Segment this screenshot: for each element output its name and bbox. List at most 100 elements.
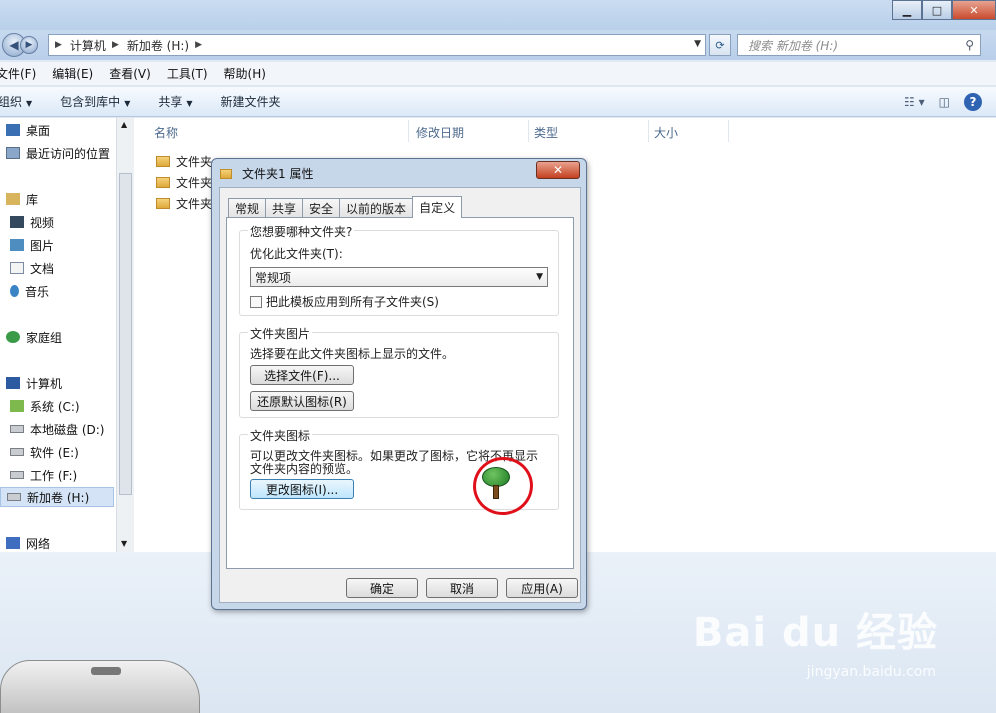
- menu-view[interactable]: 查看(V): [109, 65, 151, 82]
- nav-item-label: 桌面: [26, 123, 51, 138]
- folder-pictures-group: 文件夹图片 选择要在此文件夹图标上显示的文件。 选择文件(F)... 还原默认图…: [239, 325, 559, 418]
- nav-item-desktop[interactable]: 桌面: [0, 120, 50, 140]
- column-type[interactable]: 类型: [534, 124, 558, 141]
- dialog-title: 文件夹1 属性: [242, 167, 314, 181]
- nav-item-label: 网络: [26, 536, 51, 551]
- share-button[interactable]: 共享 ▼: [158, 93, 192, 110]
- file-row[interactable]: 文件夹: [156, 152, 212, 170]
- nav-item-drive-e[interactable]: 软件 (E:): [4, 442, 79, 462]
- nav-item-homegroup[interactable]: 家庭组: [0, 327, 62, 347]
- breadcrumb-drive[interactable]: 新加卷 (H:): [127, 37, 189, 54]
- column-divider[interactable]: [408, 120, 409, 142]
- restore-default-button[interactable]: 还原默认图标(R): [250, 391, 354, 411]
- folder-icon: [220, 168, 232, 179]
- scroll-up-icon[interactable]: ▲: [121, 120, 127, 129]
- navigation-scrollbar[interactable]: ▲ ▼: [116, 118, 134, 552]
- baidu-watermark-url: jingyan.baidu.com: [806, 664, 936, 680]
- search-input[interactable]: 搜索 新加卷 (H:) ⚲: [737, 34, 981, 56]
- apply-button[interactable]: 应用(A): [506, 578, 578, 598]
- address-row: ◀ ▶ ▶ 计算机 ▶ 新加卷 (H:) ▶ ▼ ⟳ 搜索 新加卷 (H:) ⚲: [0, 30, 996, 60]
- file-row[interactable]: 文件夹: [156, 173, 212, 191]
- menu-edit[interactable]: 编辑(E): [52, 65, 93, 82]
- folder-type-group: 您想要哪种文件夹? 优化此文件夹(T): 常规项 ▼ 把此模板应用到所有子文件夹…: [239, 223, 559, 316]
- column-divider[interactable]: [528, 120, 529, 142]
- nav-item-pictures[interactable]: 图片: [4, 235, 54, 255]
- drive-slot: [91, 667, 121, 675]
- folder-properties-dialog: 文件夹1 属性 ✕ 常规 共享 安全 以前的版本 自定义 您想要哪种文件夹? 优…: [211, 158, 587, 610]
- folder-icon: [156, 176, 170, 188]
- refresh-button[interactable]: ⟳: [709, 34, 731, 56]
- nav-item-drive-c[interactable]: 系统 (C:): [4, 396, 80, 416]
- address-dropdown-icon[interactable]: ▼: [694, 39, 701, 49]
- optimize-label: 优化此文件夹(T):: [250, 247, 343, 261]
- nav-item-drive-h[interactable]: 新加卷 (H:): [0, 487, 114, 507]
- dialog-close-button[interactable]: ✕: [536, 161, 580, 179]
- include-library-button[interactable]: 包含到库中 ▼: [60, 93, 130, 110]
- choose-file-button[interactable]: 选择文件(F)...: [250, 365, 354, 385]
- column-size[interactable]: 大小: [654, 124, 678, 141]
- nav-item-music[interactable]: 音乐: [4, 281, 49, 301]
- optimize-select[interactable]: 常规项 ▼: [250, 267, 548, 287]
- organize-button[interactable]: 组织 ▼: [0, 93, 32, 110]
- tab-customize[interactable]: 自定义: [412, 196, 463, 218]
- music-icon: [10, 285, 19, 297]
- chevron-down-icon: ▼: [124, 99, 131, 108]
- pictures-icon: [10, 239, 24, 251]
- new-folder-button[interactable]: 新建文件夹: [221, 93, 281, 110]
- search-placeholder: 搜索 新加卷 (H:): [748, 38, 839, 53]
- column-divider[interactable]: [728, 120, 729, 142]
- cancel-button[interactable]: 取消: [426, 578, 498, 598]
- folder-icons-group: 文件夹图标 可以更改文件夹图标。如果更改了图标，它将不再显示 文件夹内容的预览。…: [239, 427, 559, 519]
- nav-item-drive-d[interactable]: 本地磁盘 (D:): [4, 419, 104, 439]
- tab-sharing[interactable]: 共享: [265, 198, 304, 218]
- tab-security[interactable]: 安全: [302, 198, 341, 218]
- checkbox-box[interactable]: [250, 295, 262, 308]
- column-name[interactable]: 名称: [154, 124, 178, 141]
- homegroup-icon: [6, 331, 20, 343]
- nav-item-network[interactable]: 网络: [0, 533, 50, 553]
- preview-pane-icon[interactable]: ◫: [939, 95, 950, 109]
- breadcrumb-computer[interactable]: 计算机: [70, 37, 106, 54]
- close-button[interactable]: ✕: [952, 0, 996, 20]
- window-title-bar: ▁ □ ✕: [0, 0, 996, 30]
- address-bar[interactable]: ▶ 计算机 ▶ 新加卷 (H:) ▶ ▼: [48, 34, 706, 56]
- nav-item-label: 系统 (C:): [30, 399, 80, 414]
- apply-subfolders-checkbox[interactable]: 把此模板应用到所有子文件夹(S): [250, 293, 439, 310]
- change-icon-button[interactable]: 更改图标(I)...: [250, 479, 354, 499]
- nav-item-computer[interactable]: 计算机: [0, 373, 62, 393]
- minimize-button[interactable]: ▁: [892, 0, 922, 20]
- nav-item-label: 库: [26, 192, 39, 207]
- nav-item-drive-f[interactable]: 工作 (F:): [4, 465, 77, 485]
- menu-help[interactable]: 帮助(H): [224, 65, 266, 82]
- nav-item-label: 视频: [30, 215, 55, 230]
- folder-icon: [156, 155, 170, 167]
- nav-item-libraries[interactable]: 库: [0, 189, 38, 209]
- nav-item-recent-places[interactable]: 最近访问的位置: [0, 143, 110, 163]
- desktop-icon: [6, 124, 20, 136]
- scrollbar-thumb[interactable]: [119, 173, 132, 495]
- maximize-button[interactable]: □: [922, 0, 952, 20]
- menu-file[interactable]: 文件(F): [0, 65, 36, 82]
- column-divider[interactable]: [648, 120, 649, 142]
- scroll-down-icon[interactable]: ▼: [121, 539, 127, 548]
- search-icon[interactable]: ⚲: [965, 38, 974, 52]
- tab-previous-versions[interactable]: 以前的版本: [339, 198, 414, 218]
- nav-item-label: 本地磁盘 (D:): [30, 422, 105, 437]
- drive-thumbnail-icon: [0, 660, 200, 713]
- forward-icon[interactable]: ▶: [20, 36, 38, 54]
- file-name: 文件夹: [176, 154, 213, 169]
- system-drive-icon: [10, 400, 24, 412]
- dialog-title-bar: 文件夹1 属性: [220, 165, 313, 182]
- menu-tools[interactable]: 工具(T): [167, 65, 208, 82]
- share-label: 共享: [158, 95, 183, 109]
- file-name: 文件夹: [176, 175, 213, 190]
- nav-item-video[interactable]: 视频: [4, 212, 54, 232]
- ok-button[interactable]: 确定: [346, 578, 418, 598]
- tab-general[interactable]: 常规: [228, 198, 267, 218]
- nav-item-documents[interactable]: 文档: [4, 258, 54, 278]
- view-options-icon[interactable]: ☷ ▾: [904, 95, 925, 109]
- file-row[interactable]: 文件夹: [156, 194, 212, 212]
- column-modified[interactable]: 修改日期: [416, 124, 464, 141]
- organize-label: 组织: [0, 95, 23, 109]
- help-icon[interactable]: ?: [964, 93, 982, 111]
